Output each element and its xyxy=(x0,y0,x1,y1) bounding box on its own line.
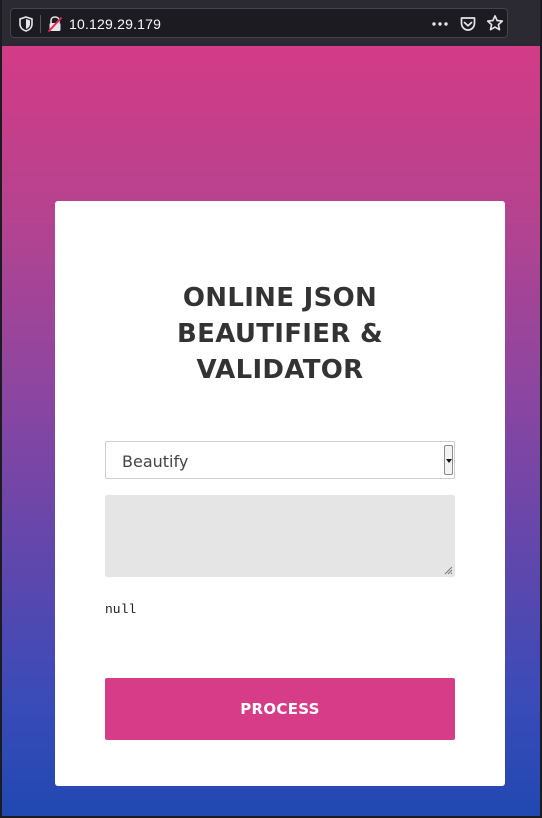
mode-select[interactable]: Beautify xyxy=(105,441,455,479)
bookmark-star-icon[interactable] xyxy=(486,14,504,32)
pocket-icon[interactable] xyxy=(459,15,477,33)
process-button[interactable]: PROCESS xyxy=(105,678,455,740)
title-line: VALIDATOR xyxy=(196,355,364,385)
separator xyxy=(40,15,41,33)
page-viewport: ONLINE JSON BEAUTIFIER & VALIDATOR Beaut… xyxy=(2,46,540,816)
mode-select-value: Beautify xyxy=(122,452,189,471)
resize-handle-icon[interactable] xyxy=(444,566,453,575)
url-text[interactable]: 10.129.29.179 xyxy=(69,15,161,33)
chevron-down-icon[interactable] xyxy=(444,445,453,475)
insecure-lock-icon[interactable] xyxy=(47,15,63,33)
json-input-textarea[interactable] xyxy=(105,495,455,577)
title-line: BEAUTIFIER & xyxy=(177,319,383,349)
output-text: null xyxy=(105,602,137,617)
shield-icon[interactable] xyxy=(19,16,33,32)
browser-window: 10.129.29.179 ONLINE JSON BEAUTIFIER & V… xyxy=(2,0,540,816)
json-tool-card: ONLINE JSON BEAUTIFIER & VALIDATOR Beaut… xyxy=(55,201,505,786)
address-bar[interactable]: 10.129.29.179 xyxy=(10,8,508,38)
title-line: ONLINE JSON xyxy=(182,283,378,313)
more-dots-icon[interactable] xyxy=(431,15,449,33)
page-title: ONLINE JSON BEAUTIFIER & VALIDATOR xyxy=(55,280,505,388)
browser-toolbar: 10.129.29.179 xyxy=(2,0,540,46)
